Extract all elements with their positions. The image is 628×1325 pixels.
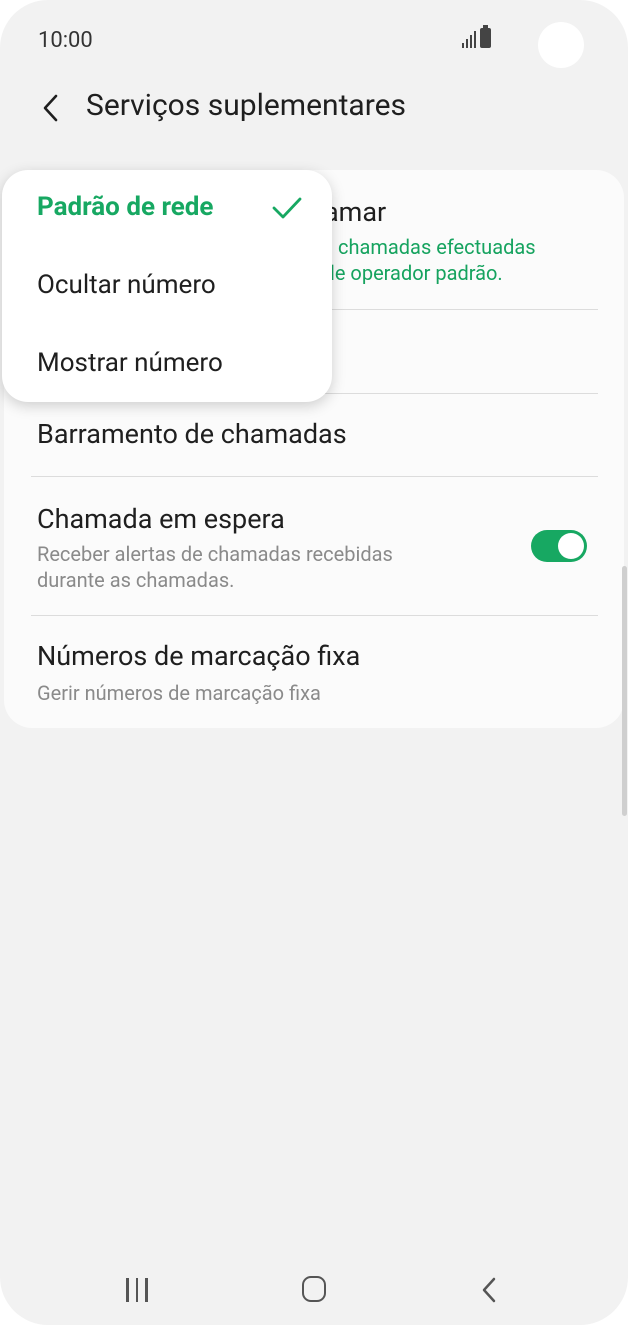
- call-waiting-title: Chamada em espera: [37, 503, 285, 535]
- battery-icon: [480, 25, 491, 48]
- fixed-dialing-row[interactable]: Números de marcação fixa Gerir números d…: [4, 616, 624, 728]
- toggle-knob: [558, 533, 584, 559]
- fixed-dialing-subtitle: Gerir números de marcação fixa: [37, 681, 321, 705]
- home-button[interactable]: [302, 1276, 326, 1302]
- recents-button[interactable]: [126, 1278, 148, 1302]
- caller-id-subtitle-line1: chamadas efectuadas: [338, 235, 536, 259]
- nav-back-button[interactable]: [478, 1276, 502, 1304]
- caller-id-title: amar: [324, 196, 387, 228]
- phone-screen: 10:00 Serviços suplementares amar chamad…: [0, 0, 628, 1325]
- popup-option-hide-number[interactable]: Ocultar número: [37, 270, 216, 300]
- popup-option-show-number[interactable]: Mostrar número: [37, 348, 223, 378]
- status-time: 10:00: [38, 28, 93, 53]
- chevron-left-icon: [482, 1277, 496, 1303]
- chevron-left-icon: [43, 94, 58, 122]
- call-barring-title: Barramento de chamadas: [37, 418, 347, 450]
- back-button[interactable]: [34, 90, 66, 126]
- fixed-dialing-title: Números de marcação fixa: [37, 640, 361, 672]
- caller-id-popup-menu: Padrão de rede Ocultar número Mostrar nú…: [2, 170, 332, 402]
- call-barring-row[interactable]: Barramento de chamadas: [4, 394, 624, 478]
- scrollbar[interactable]: [622, 566, 627, 816]
- call-waiting-subtitle-line2: durante as chamadas.: [37, 568, 235, 592]
- popup-option-network-default[interactable]: Padrão de rede: [37, 192, 213, 222]
- call-waiting-subtitle-line1: Receber alertas de chamadas recebidas: [37, 542, 393, 566]
- page-title: Serviços suplementares: [86, 88, 406, 123]
- camera-cutout: [538, 22, 584, 68]
- caller-id-subtitle-line2: le operador padrão.: [330, 261, 503, 285]
- check-icon: [272, 197, 302, 219]
- signal-icon: [462, 30, 476, 48]
- call-waiting-toggle[interactable]: [531, 530, 587, 562]
- status-icons: [462, 25, 491, 48]
